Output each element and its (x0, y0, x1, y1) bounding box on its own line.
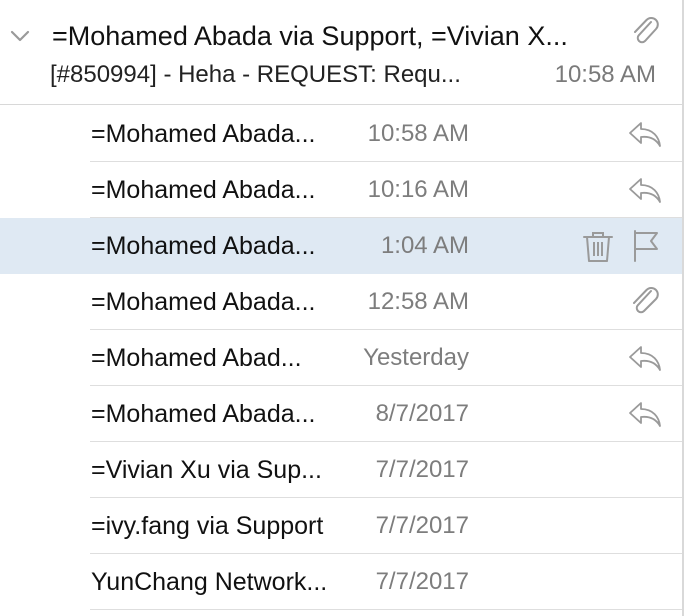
reply-icon (626, 339, 664, 377)
message-time: 8/7/2017 (375, 400, 469, 427)
message-row[interactable]: =Mohamed Abada... 12:58 AM (0, 274, 682, 330)
message-time: 10:58 AM (367, 120, 469, 147)
thread-preview: [#850994] - Heha - REQUEST: Requ... (50, 61, 461, 88)
message-time: 7/7/2017 (375, 568, 469, 595)
message-sender: =Mohamed Abada... (91, 232, 316, 260)
message-sender: =Mohamed Abada... (91, 176, 316, 204)
message-time: 7/7/2017 (375, 512, 469, 539)
message-sender: =Mohamed Abad... (91, 344, 302, 372)
reply-icon (626, 395, 664, 433)
row-divider (90, 609, 682, 610)
message-list: =Mohamed Abada via Support, =Vivian X...… (0, 0, 684, 616)
message-row[interactable]: =Mohamed Abada... 1:04 AM (0, 218, 682, 274)
thread-subject: =Mohamed Abada via Support, =Vivian X... (52, 21, 568, 51)
message-sender: =ivy.fang via Support (91, 512, 324, 540)
reply-icon (626, 115, 664, 153)
reply-icon (626, 171, 664, 209)
message-time: Yesterday (363, 344, 469, 371)
trash-icon[interactable] (579, 227, 617, 265)
message-row[interactable]: =ivy.fang via Support 7/7/2017 (0, 498, 682, 554)
message-row[interactable]: =Vivian Xu via Sup... 7/7/2017 (0, 442, 682, 498)
message-sender: =Mohamed Abada... (91, 400, 316, 428)
message-row[interactable]: =Mohamed Abada... 10:16 AM (0, 162, 682, 218)
paperclip-icon (626, 283, 664, 321)
message-time: 7/7/2017 (375, 456, 469, 483)
message-sender: =Mohamed Abada... (91, 288, 316, 316)
message-time: 12:58 AM (367, 288, 469, 315)
message-row[interactable]: =Mohamed Abada... 10:58 AM (0, 106, 682, 162)
message-sender: YunChang Network... (91, 568, 328, 596)
message-time: 1:04 AM (380, 232, 469, 259)
message-row[interactable]: YunChang Network... 7/7/2017 (0, 554, 682, 610)
flag-icon[interactable] (628, 227, 666, 265)
message-row[interactable]: =Mohamed Abada... 8/7/2017 (0, 386, 682, 442)
message-sender: =Mohamed Abada... (91, 120, 316, 148)
thread-time: 10:58 AM (554, 61, 656, 88)
paperclip-icon (628, 14, 662, 48)
message-sender: =Vivian Xu via Sup... (91, 456, 322, 484)
message-time: 10:16 AM (367, 176, 469, 203)
message-row[interactable]: =Mohamed Abad... Yesterday (0, 330, 682, 386)
chevron-down-icon[interactable] (8, 24, 32, 48)
thread-header[interactable]: =Mohamed Abada via Support, =Vivian X...… (0, 0, 682, 105)
